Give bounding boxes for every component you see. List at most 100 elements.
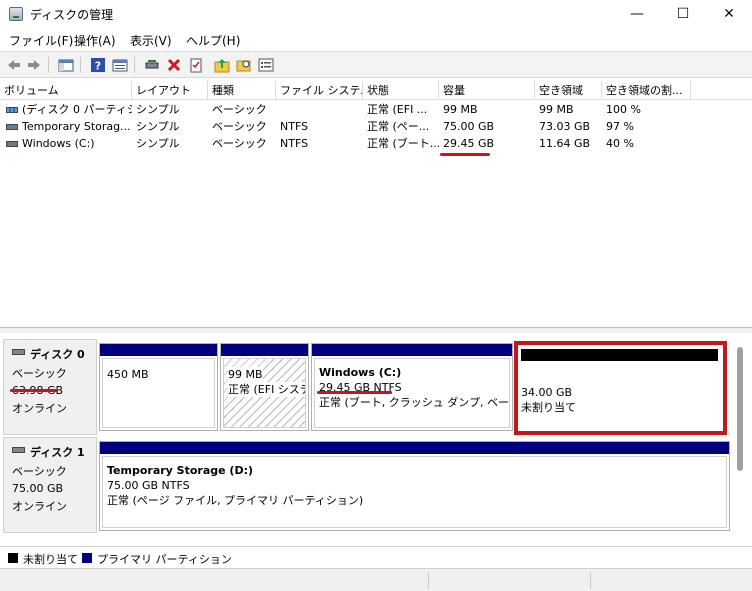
column-type[interactable]: 種類 xyxy=(208,81,276,100)
annotation-underline xyxy=(440,153,490,156)
checklist-icon[interactable] xyxy=(188,57,204,73)
menu-file[interactable]: ファイル(F) xyxy=(9,32,73,49)
annotation-underline xyxy=(10,389,58,392)
close-button[interactable]: ✕ xyxy=(706,0,752,28)
volume-capacity: 99 MB xyxy=(443,103,478,116)
disk-0-info[interactable]: ディスク 0 ベーシック 63.98 GB オンライン xyxy=(3,339,97,435)
disk-management-app-icon xyxy=(9,7,23,21)
disk-state: オンライン xyxy=(12,402,67,415)
partition-size: 99 MB xyxy=(228,367,263,382)
menu-action[interactable]: 操作(A) xyxy=(74,32,116,49)
menu-view[interactable]: 表示(V) xyxy=(130,32,172,49)
status-bar-divider xyxy=(428,572,429,589)
volume-status: 正常 (ブート... xyxy=(367,137,439,150)
volume-row[interactable]: Windows (C:) シンプル ベーシック NTFS 正常 (ブート... … xyxy=(0,135,752,152)
efi-volume-icon xyxy=(6,107,18,113)
search-folder-icon[interactable] xyxy=(236,57,252,73)
title-bar: ディスクの管理 — ☐ ✕ xyxy=(0,0,752,28)
help-icon[interactable]: ? xyxy=(90,57,106,73)
column-capacity[interactable]: 容量 xyxy=(439,81,535,100)
legend-label-primary: プライマリ パーティション xyxy=(97,553,232,566)
annotation-highlight-box xyxy=(514,341,727,435)
maximize-button[interactable]: ☐ xyxy=(660,0,706,28)
partition-recovery[interactable]: 450 MB xyxy=(99,343,218,431)
volume-icon xyxy=(6,141,18,147)
legend-swatch-unallocated xyxy=(8,553,18,563)
volume-filesystem: NTFS xyxy=(280,137,309,150)
toolbar-separator xyxy=(134,57,135,73)
column-status[interactable]: 状態 xyxy=(363,81,439,100)
menu-help[interactable]: ヘルプ(H) xyxy=(186,32,240,49)
partition-temporary-storage-d[interactable]: Temporary Storage (D:) 75.00 GB NTFS 正常 … xyxy=(99,441,730,531)
volume-type: ベーシック xyxy=(212,137,267,150)
status-bar xyxy=(0,568,752,591)
menu-bar: ファイル(F) 操作(A) 表示(V) ヘルプ(H) xyxy=(0,29,752,50)
volume-free-percent: 40 % xyxy=(606,137,634,150)
volume-list: ボリューム レイアウト 種類 ファイル システム 状態 容量 空き領域 空き領域… xyxy=(0,81,752,328)
console-tree-icon[interactable] xyxy=(58,57,74,73)
partition-title: Temporary Storage (D:) xyxy=(107,464,254,477)
partition-bar xyxy=(100,344,217,356)
partition-body: 99 MB 正常 (EFI システ xyxy=(223,358,306,428)
minimize-button[interactable]: — xyxy=(614,0,660,28)
partition-body: Temporary Storage (D:) 75.00 GB NTFS 正常 … xyxy=(102,456,727,528)
settings-list-icon[interactable] xyxy=(258,57,274,73)
disk-type: ベーシック xyxy=(12,367,67,380)
disk-map-scrollbar[interactable] xyxy=(737,347,743,471)
partition-status: 正常 (ブート, クラッシュ ダンプ, ベーシック xyxy=(319,396,509,409)
annotation-underline xyxy=(317,391,392,394)
partition-title: Windows (C:) xyxy=(319,366,402,379)
volume-free-percent: 100 % xyxy=(606,103,641,116)
volume-filesystem xyxy=(276,101,363,118)
volume-list-header: ボリューム レイアウト 種類 ファイル システム 状態 容量 空き領域 空き領域… xyxy=(0,81,752,100)
partition-status: 正常 (ページ ファイル, プライマリ パーティション) xyxy=(107,494,364,507)
volume-capacity: 75.00 GB xyxy=(443,120,495,133)
delete-icon[interactable] xyxy=(166,57,182,73)
up-folder-icon[interactable] xyxy=(214,57,230,73)
volume-row[interactable]: (ディスク 0 パーティシ... シンプル ベーシック 正常 (EFI ... … xyxy=(0,101,752,118)
column-layout[interactable]: レイアウト xyxy=(132,81,208,100)
volume-name: (ディスク 0 パーティシ... xyxy=(22,103,132,116)
column-volume[interactable]: ボリューム xyxy=(0,81,132,100)
volume-status: 正常 (ペー... xyxy=(367,120,430,133)
partition-size: 75.00 GB NTFS xyxy=(107,479,190,492)
partition-windows-c[interactable]: Windows (C:) 29.45 GB NTFS 正常 (ブート, クラッシ… xyxy=(311,343,513,431)
disk-state: オンライン xyxy=(12,500,67,513)
partition-bar xyxy=(100,442,729,454)
partition-efi[interactable]: 99 MB 正常 (EFI システ xyxy=(220,343,309,431)
volume-name: Windows (C:) xyxy=(22,137,95,150)
disk-size: 75.00 GB xyxy=(12,482,64,495)
disk-icon xyxy=(12,349,25,355)
toolbar-separator xyxy=(80,57,81,73)
disk-type: ベーシック xyxy=(12,465,67,478)
connect-disk-icon[interactable] xyxy=(144,57,160,73)
volume-free-percent: 97 % xyxy=(606,120,634,133)
column-free-percent[interactable]: 空き領域の割... xyxy=(602,81,691,100)
column-extra xyxy=(691,81,752,100)
partition-size: 450 MB xyxy=(107,368,149,381)
legend-label-unallocated: 未割り当て xyxy=(23,553,78,566)
disk-1-info[interactable]: ディスク 1 ベーシック 75.00 GB オンライン xyxy=(3,437,97,533)
column-filesystem[interactable]: ファイル システム xyxy=(276,81,363,100)
back-arrow-icon[interactable] xyxy=(6,57,22,73)
toolbar-separator xyxy=(48,57,49,73)
toolbar: ? xyxy=(0,51,752,78)
volume-type: ベーシック xyxy=(212,120,267,133)
partition-body: 450 MB xyxy=(102,358,215,428)
volume-free: 99 MB xyxy=(539,103,574,116)
volume-type: ベーシック xyxy=(212,103,267,116)
volume-row[interactable]: Temporary Storag... シンプル ベーシック NTFS 正常 (… xyxy=(0,118,752,135)
volume-capacity: 29.45 GB xyxy=(443,137,495,150)
partition-bar xyxy=(221,344,308,356)
svg-text:?: ? xyxy=(95,60,101,73)
volume-status: 正常 (EFI ... xyxy=(367,103,428,116)
disk-name: ディスク 1 xyxy=(30,446,85,459)
volume-free: 73.03 GB xyxy=(539,120,591,133)
volume-layout: シンプル xyxy=(136,120,180,133)
properties-icon[interactable] xyxy=(112,57,128,73)
disk-map-pane: ディスク 0 ベーシック 63.98 GB オンライン 450 MB 99 MB… xyxy=(0,333,752,546)
forward-arrow-icon[interactable] xyxy=(26,57,42,73)
partition-bar xyxy=(312,344,512,356)
column-free-space[interactable]: 空き領域 xyxy=(535,81,602,100)
volume-name: Temporary Storag... xyxy=(22,120,131,133)
